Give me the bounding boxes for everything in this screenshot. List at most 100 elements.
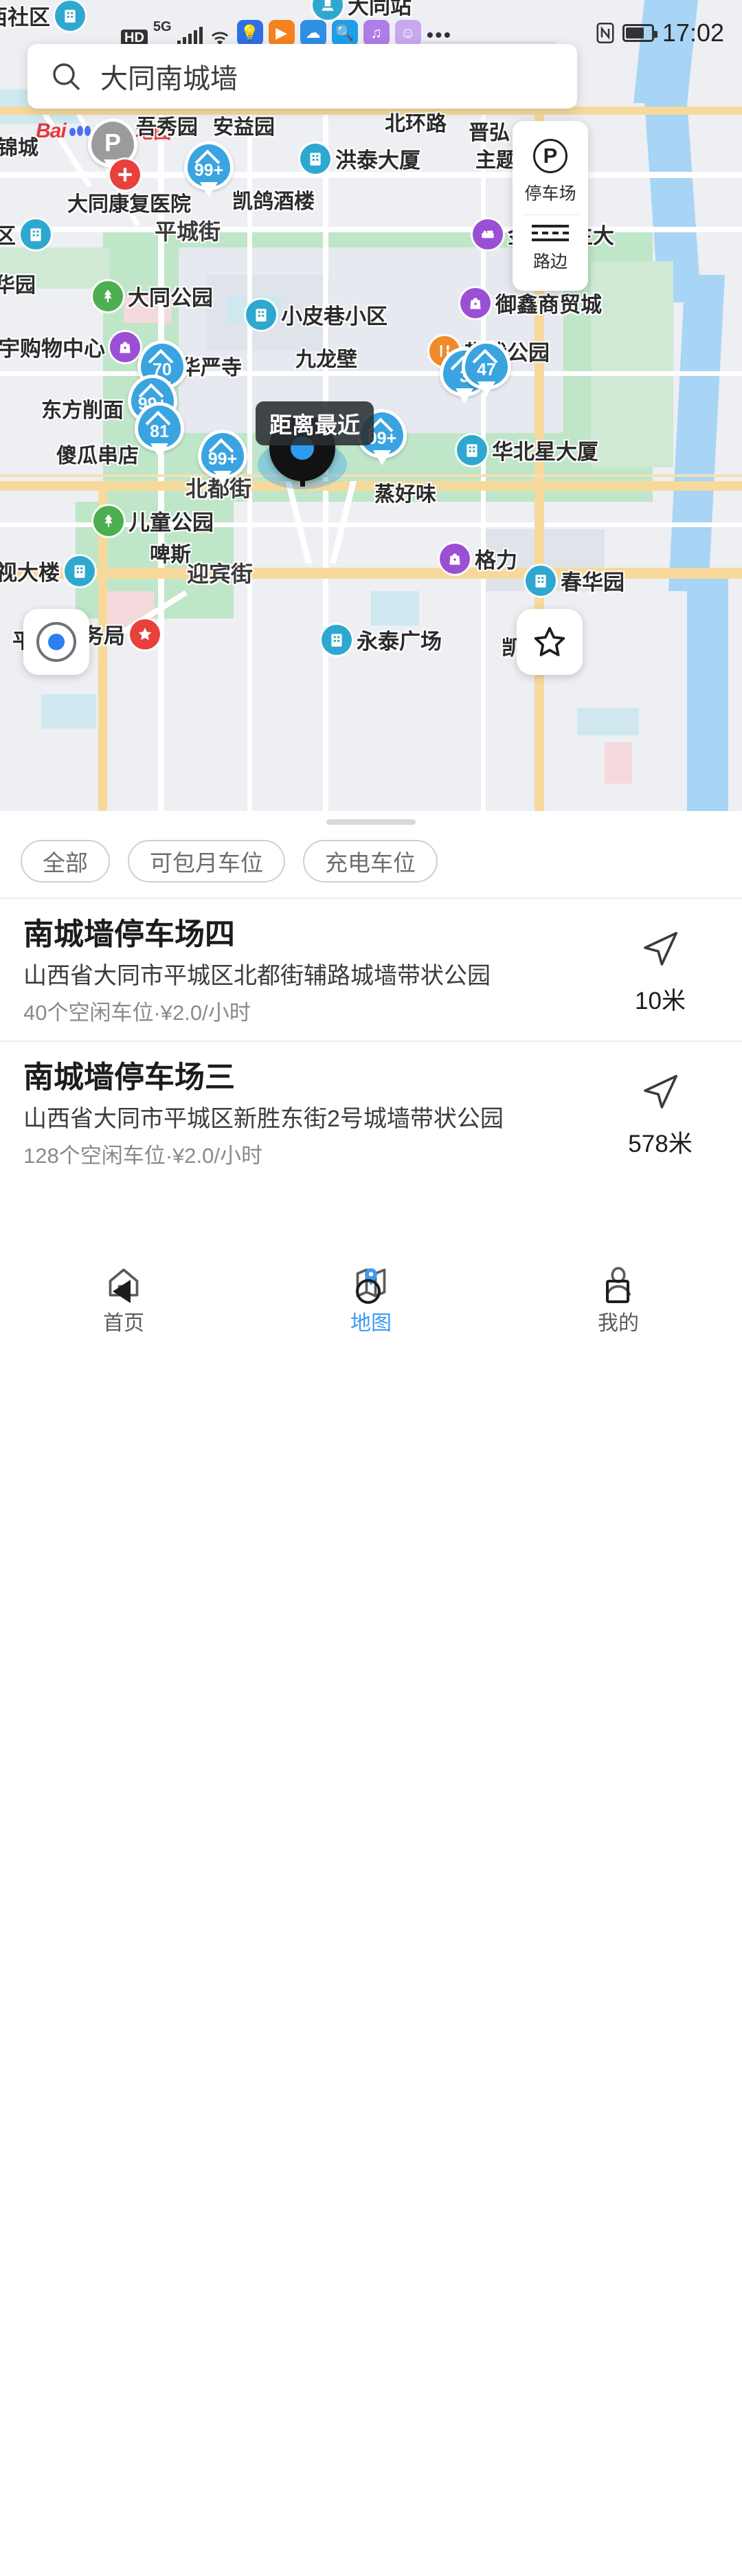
filter-chip-label: 全部 [43,850,88,876]
star-red-icon [130,619,160,649]
parking-result-row[interactable]: 南城墙停车场四 山西省大同市平城区北都街辅路城墙带状公园 40个空闲车位·¥2.0/… [0,899,742,1041]
map-poi[interactable]: 区 [0,219,51,249]
parking-roof-icon [476,351,497,359]
map-poi[interactable]: 宇购物中心 [0,331,140,362]
navigate-arrow-icon [644,931,678,966]
shop-icon [440,543,470,574]
map-legend-card[interactable]: P 停车场 路边 [513,121,588,291]
map-parking-count-pin[interactable]: 99+ [184,141,234,200]
map-place-label: 啤斯 [150,544,191,566]
pin-tail [150,443,168,458]
pin-tail [477,381,495,397]
result-navigate[interactable]: 578米 [602,1060,719,1159]
status-bar-left: HD 5G 💡 ▶ ☁ 🔍 ♫ ☺ ••• [18,20,596,46]
map-poi[interactable]: 小皮巷小区 [246,299,387,330]
sheet-drag-handle[interactable] [326,819,416,825]
map-poi[interactable]: 春华园 [526,565,625,596]
roadside-dashes-icon [532,225,569,241]
tab-home[interactable]: 首页 [0,1256,247,2576]
search-bar[interactable]: 大同南城墙 [27,44,577,109]
map-poi-label: 永泰广场 [357,630,442,654]
building-icon [21,219,51,249]
map-parking-count-pin[interactable]: 47 [462,340,511,399]
result-info: 南城墙停车场三山西省大同市平城区新胜东街2号城墙带状公园 128个空闲车位·¥2.… [23,1060,602,1168]
map-poi[interactable]: 儿童公园 [93,505,214,536]
map-poi[interactable]: 御鑫商贸城 [460,287,602,318]
weather-app-icon: ☁ [300,20,326,46]
back-triangle-icon[interactable] [113,1280,131,1303]
bulb-app-icon: 💡 [236,20,263,46]
parking-roof-icon [149,413,170,421]
filter-chip-label: 充电车位 [325,850,416,876]
map-canvas[interactable]: Bai du 地图 P 西社区大同站锦城吾秀园安益园北环路晋弘主题洪泰大厦大同康… [0,0,742,811]
result-meta: 128个空闲车位·¥2.0/小时 [23,1143,262,1168]
locate-icon [36,622,76,662]
baidu-logo-text: Bai [36,119,67,142]
map-parking-count-pin[interactable]: 99+ [198,430,247,489]
legend-item-roadside[interactable]: 路边 [513,218,588,280]
tab-profile[interactable]: 我的 [495,1256,742,2576]
results-sheet: 全部 可包月车位 充电车位 南城墙停车场四 山西省大同市平城区北都街辅路城墙带状公园 4… [0,811,742,1256]
search-input[interactable]: 大同南城墙 [100,56,238,96]
map-place-label: 傻瓜串店 [56,445,139,467]
filter-chip-0[interactable]: 全部 [21,840,110,882]
map-place-label: 大同康复医院 [67,193,191,216]
map-place-label: 北环路 [385,113,447,135]
home-circle-icon[interactable] [356,1279,381,1304]
building-icon [246,299,276,330]
map-parking-count-pin[interactable]: 81 [135,402,184,461]
result-distance: 578米 [628,1130,693,1157]
map-poi-label: 大同公园 [128,286,213,310]
building-icon [322,624,352,655]
result-navigate[interactable]: 10米 [602,917,719,1017]
star-icon [534,627,565,656]
map-poi-label: 儿童公园 [128,511,214,535]
map-poi-label: 宇购物中心 [0,337,105,361]
map-place-label: 吾秀园 [136,116,198,139]
map-poi[interactable]: 格力 [440,543,517,574]
result-address: 山西省大同市平城区北都街辅路城墙带状公园 [23,962,491,989]
map-poi[interactable]: 华北星大厦 [457,434,598,465]
map-poi[interactable]: 大同公园 [93,280,213,311]
map-poi-label: 华北星大厦 [492,440,598,464]
map-poi-hospital[interactable] [110,159,140,190]
parking-roof-icon [142,386,163,393]
map-poi[interactable]: 永泰广场 [322,624,442,655]
locate-button[interactable] [23,609,89,675]
map-place-label: 主题 [475,149,517,172]
favorite-button[interactable] [517,609,583,675]
map-place-label: 九龙壁 [295,348,357,371]
map-poi-label: 御鑫商贸城 [495,293,602,317]
recent-square-icon[interactable] [606,1280,629,1303]
shop-icon [460,287,491,318]
map-poi[interactable]: 洪泰大厦 [300,143,420,174]
map-park-area [591,261,673,467]
map-poi[interactable]: 务局 [82,619,160,649]
shop-icon [110,331,140,362]
filter-chip-2[interactable]: 充电车位 [303,840,438,882]
tab-map[interactable]: 地图 [247,1256,495,2576]
map-place-label: 华园 [0,274,36,297]
result-address: 山西省大同市平城区新胜东街2号城墙带状公园 [23,1105,504,1132]
legend-parking-label: 停车场 [524,184,576,203]
result-title: 南城墙停车场三 [23,1060,235,1094]
signal-bars-icon [177,27,203,46]
filter-chip-label: 可包月车位 [150,850,263,876]
parking-result-row[interactable]: 南城墙停车场三山西省大同市平城区新胜东街2号城墙带状公园 128个空闲车位·¥2.… [0,1042,742,1184]
nearest-tooltip: 距离最近 [256,401,374,445]
purple-app-icon: ☺ [394,20,421,46]
parking-roof-icon [152,351,172,359]
search-app-icon: 🔍 [331,20,358,46]
pin-tail [373,450,391,465]
search-icon [53,63,80,90]
map-street-label: 平城街 [155,219,221,244]
map-poi[interactable]: 视大楼 [0,555,95,586]
status-overflow-icon: ••• [426,24,453,47]
bottom-tab-bar: 首页 地图 我的 [0,1256,742,2576]
map-poi-label: 洪泰大厦 [335,148,420,173]
battery-icon [622,24,657,42]
legend-item-parking[interactable]: P 停车场 [513,132,588,212]
filter-chip-1[interactable]: 可包月车位 [128,840,285,882]
music-app-icon: ♫ [363,20,390,46]
map-block [605,742,632,784]
